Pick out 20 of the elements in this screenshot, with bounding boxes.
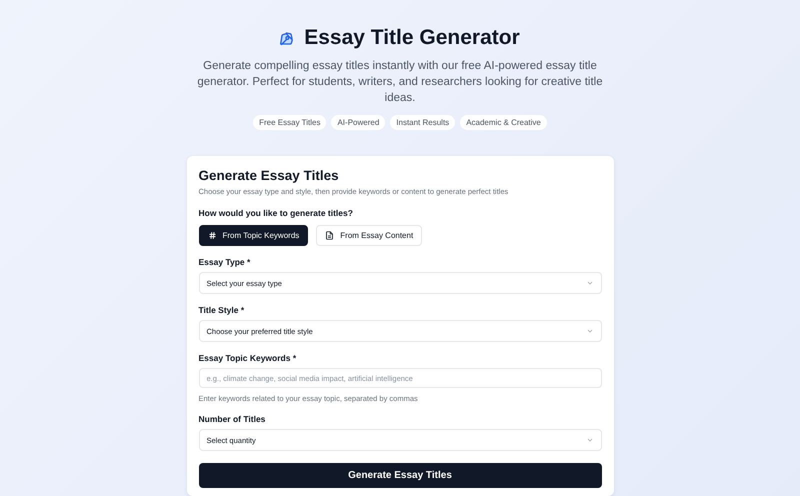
chevron-down-icon bbox=[586, 327, 594, 335]
mode-toggle-button[interactable]: From Essay Content bbox=[316, 225, 422, 246]
field-label: Number of Titles bbox=[198, 414, 266, 424]
page-subtitle: Generate compelling essay titles instantly with our free AI-powered essay title generator. Perfect for students, writers, and researchers looking for creative title ideas. bbox=[196, 59, 604, 106]
card-title: Generate Essay Titles bbox=[198, 168, 340, 183]
field-label: Title Style * bbox=[198, 305, 246, 315]
feature-tag: Instant Results bbox=[390, 115, 456, 130]
feature-tag: Free Essay Titles bbox=[253, 115, 326, 130]
chevron-down-icon bbox=[586, 436, 594, 444]
feature-tag: AI-Powered bbox=[331, 115, 386, 130]
generate-button[interactable]: Generate Essay Titles bbox=[198, 463, 602, 488]
mode-toggle-button[interactable]: From Topic Keywords bbox=[198, 225, 308, 246]
field-label: Essay Topic Keywords * bbox=[198, 353, 298, 363]
hash-icon bbox=[208, 231, 216, 240]
chevron-down-icon bbox=[586, 279, 594, 287]
field-label: Essay Type * bbox=[198, 257, 252, 267]
page-title: Essay Title Generator bbox=[304, 26, 520, 50]
feature-tag: Academic & Creative bbox=[460, 115, 547, 130]
document-icon bbox=[325, 231, 334, 240]
mode-question: How would you like to generate titles? bbox=[198, 208, 354, 218]
